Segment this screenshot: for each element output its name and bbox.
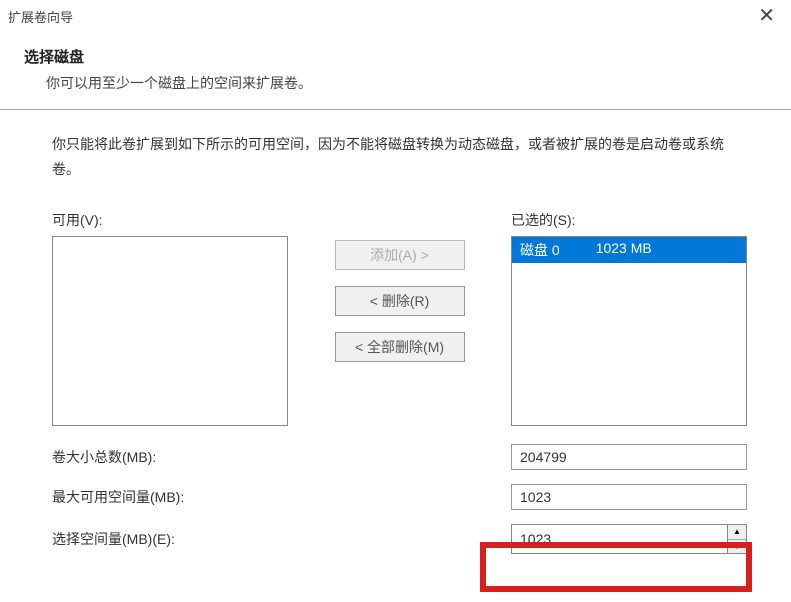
list-item[interactable]: 磁盘 0 1023 MB [512,237,746,263]
max-space-label: 最大可用空间量(MB): [52,487,332,507]
remove-button[interactable]: < 删除(R) [335,286,465,316]
total-size-label: 卷大小总数(MB): [52,447,332,467]
select-space-input[interactable] [511,524,727,554]
info-text: 你只能将此卷扩展到如下所示的可用空间，因为不能将磁盘转换为动态磁盘，或者被扩展的… [52,132,747,182]
selected-listbox[interactable]: 磁盘 0 1023 MB [511,236,747,426]
window-title: 扩展卷向导 [8,7,73,26]
list-item-size: 1023 MB [596,240,652,260]
select-space-label: 选择空间量(MB)(E): [52,529,332,549]
available-listbox[interactable] [52,236,288,426]
total-size-value: 204799 [511,444,747,470]
selected-label: 已选的(S): [511,210,747,230]
max-space-value: 1023 [511,484,747,510]
list-item-disk: 磁盘 0 [520,240,560,260]
page-subtext: 你可以用至少一个磁盘上的空间来扩展卷。 [24,73,783,93]
page-heading: 选择磁盘 [24,46,783,67]
available-label: 可用(V): [52,210,288,230]
add-button: 添加(A) > [335,240,465,270]
spinner-up-icon[interactable]: ▲ [728,525,746,540]
spinner-down-icon[interactable]: ▼ [728,540,746,554]
close-icon[interactable]: ✕ [752,6,781,26]
remove-all-button[interactable]: < 全部删除(M) [335,332,465,362]
